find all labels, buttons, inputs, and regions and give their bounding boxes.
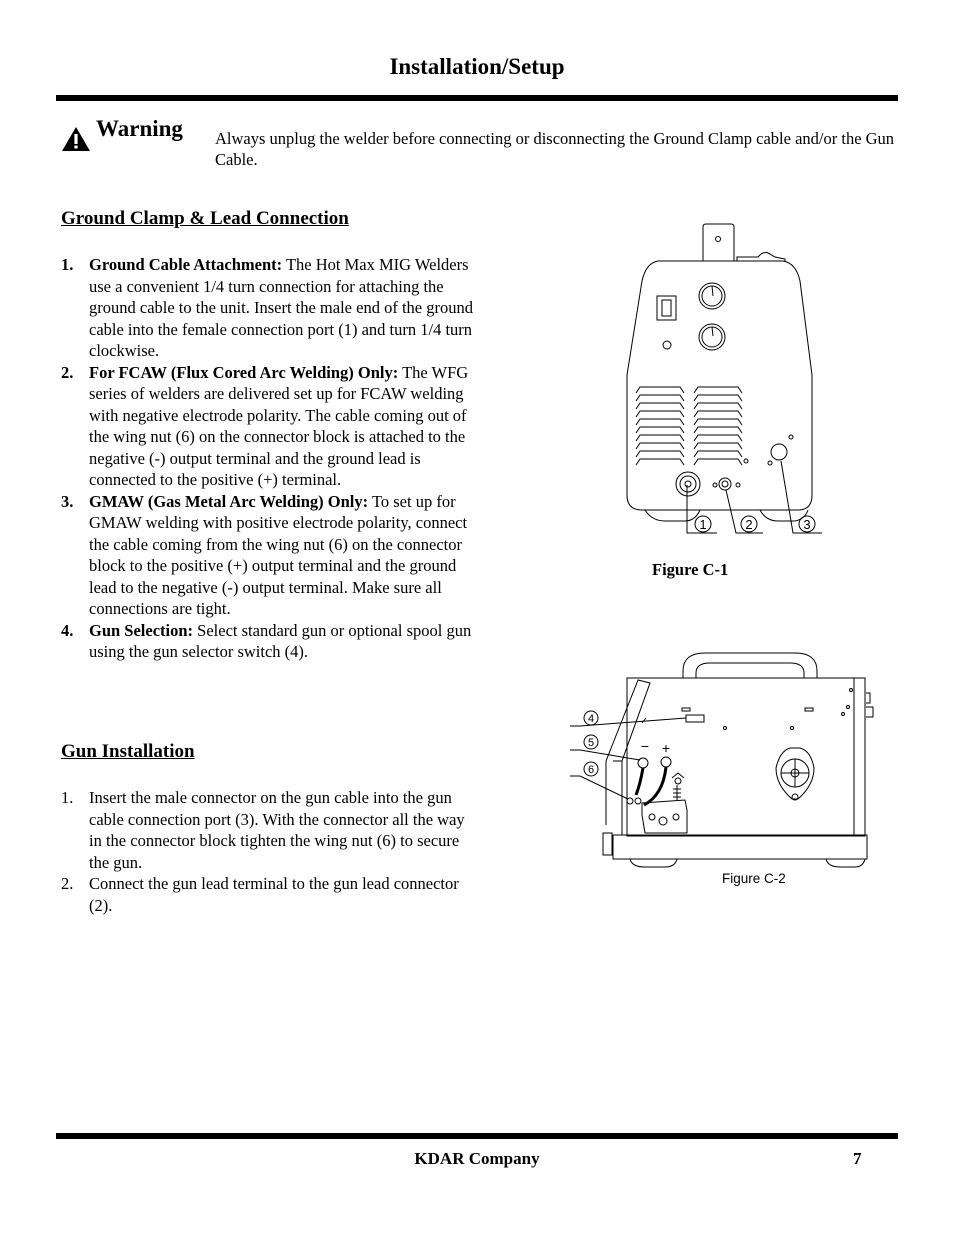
callout-6: 6 — [588, 764, 594, 776]
figure-c1-caption: Figure C-1 — [652, 560, 729, 579]
list-item: 1. Ground Cable Attachment: The Hot Max M… — [61, 254, 476, 362]
vent-louver — [693, 450, 743, 458]
vent-louver — [693, 410, 743, 418]
callout-1: 1 — [699, 517, 706, 532]
list-number: 1. — [61, 255, 74, 274]
gun-installation-list: 1. Insert the male connector on the gun c… — [61, 787, 476, 916]
list-number: 2. — [61, 874, 74, 893]
vent-louver — [635, 426, 685, 434]
callout-4: 4 — [588, 713, 594, 725]
vent-louver — [693, 442, 743, 450]
list-number: 2. — [61, 362, 74, 382]
list-item-lead: For FCAW (Flux Cored Arc Welding) Only: — [89, 362, 399, 382]
warning-text: Always unplug the welder before connecti… — [215, 129, 895, 169]
warning-label: Warning — [96, 116, 183, 141]
vent-louver — [635, 418, 685, 426]
list-item-lead: Ground Cable Attachment: — [89, 255, 283, 274]
list-item: 4. Gun Selection: Select standard gun or … — [61, 620, 476, 663]
gun-installation-heading: Gun Installation — [61, 741, 195, 762]
vent-louver — [693, 458, 743, 466]
list-item-text: Insert the male connector on the gun cab… — [89, 788, 465, 872]
vent-louver — [693, 418, 743, 426]
polarity-minus: − — [641, 738, 649, 754]
vent-louver — [693, 394, 743, 402]
list-number: 3. — [61, 491, 74, 511]
list-number: 1. — [61, 788, 74, 807]
list-item: 1. Insert the male connector on the gun c… — [61, 787, 476, 873]
vent-louver — [693, 434, 743, 442]
list-item: 2. Connect the gun lead terminal to the g… — [61, 873, 476, 916]
figure-c1-diagram: 1 2 3 — [626, 223, 822, 534]
footer-company: KDAR Company — [414, 1149, 540, 1168]
vent-louver — [635, 458, 685, 466]
vent-louver — [635, 434, 685, 442]
callout-3: 3 — [803, 517, 810, 532]
list-item-lead: Gun Selection: — [89, 620, 194, 640]
list-item-text: Connect the gun lead terminal to the gun… — [89, 874, 459, 915]
vent-louver — [635, 450, 685, 458]
ground-clamp-list: 1. Ground Cable Attachment: The Hot Max M… — [61, 254, 476, 663]
figure-c2-diagram: − + 4 5 6 — [570, 652, 874, 868]
footer-rule — [56, 1133, 898, 1139]
vent-louver — [635, 410, 685, 418]
vent-louver — [693, 426, 743, 434]
callout-5: 5 — [588, 737, 594, 749]
ground-clamp-heading: Ground Clamp & Lead Connection — [61, 208, 349, 229]
vent-louver — [693, 386, 743, 394]
list-item: 2. For FCAW (Flux Cored Arc Welding) Only… — [61, 362, 476, 491]
vent-louver — [693, 402, 743, 410]
callout-2: 2 — [745, 517, 752, 532]
polarity-plus: + — [662, 740, 670, 756]
list-number: 4. — [61, 620, 74, 640]
vent-louver — [635, 386, 685, 394]
vent-louver — [635, 402, 685, 410]
page-title: Installation/Setup — [389, 54, 565, 79]
figure-c2-caption: Figure C-2 — [722, 871, 786, 886]
vent-louver — [635, 394, 685, 402]
header-rule — [56, 95, 898, 101]
list-item-lead: GMAW (Gas Metal Arc Welding) Only: — [89, 491, 369, 511]
vent-louver — [635, 442, 685, 450]
page-number: 7 — [853, 1149, 862, 1168]
list-item: 3. GMAW (Gas Metal Arc Welding) Only: To … — [61, 491, 476, 620]
warning-triangle-icon — [62, 127, 90, 151]
